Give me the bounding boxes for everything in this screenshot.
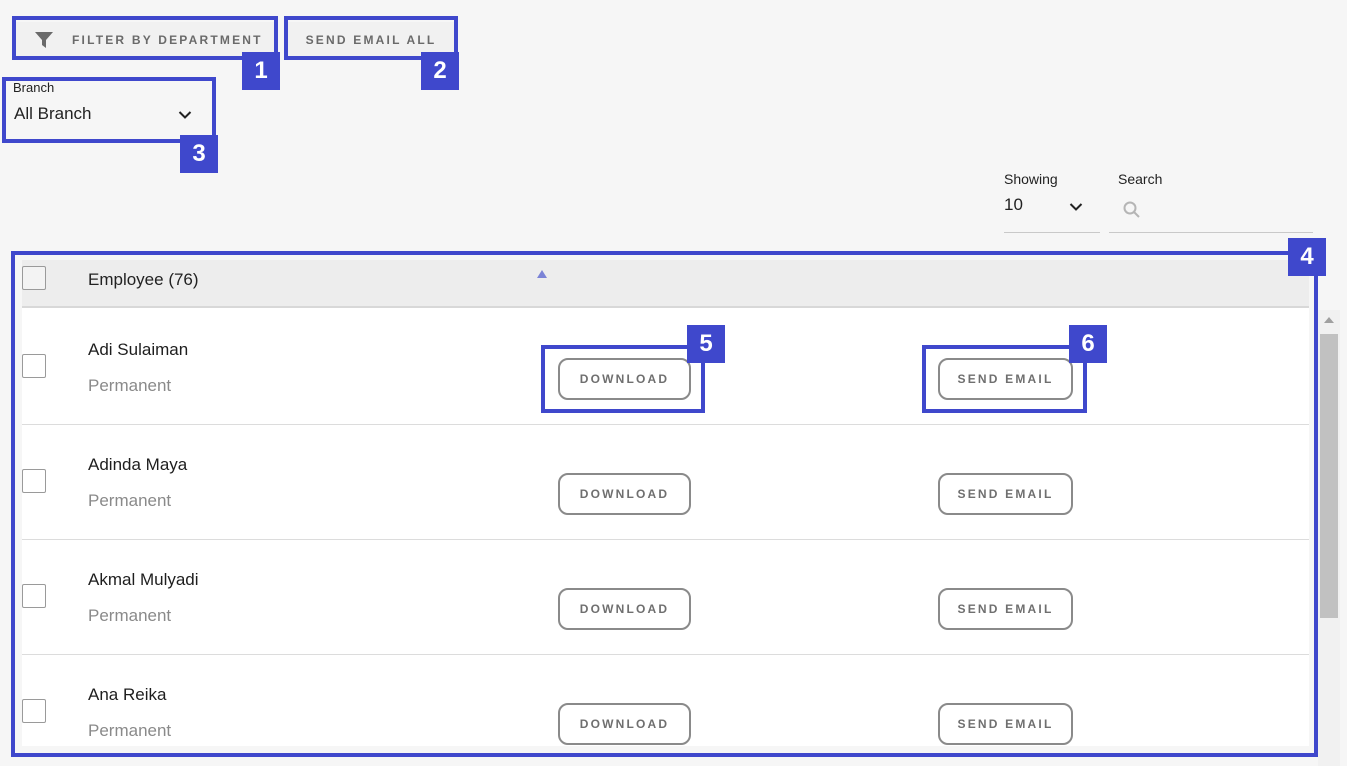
search-icon bbox=[1123, 201, 1140, 218]
annotation-badge-1: 1 bbox=[242, 52, 280, 90]
employee-type: Permanent bbox=[88, 606, 172, 625]
filter-button-label: FILTER BY DEPARTMENT bbox=[72, 33, 263, 47]
employee-type: Permanent bbox=[88, 376, 172, 395]
download-button[interactable]: DOWNLOAD bbox=[558, 703, 691, 745]
annotation-badge-6: 6 bbox=[1069, 325, 1107, 363]
branch-label: Branch bbox=[13, 80, 55, 95]
row-checkbox[interactable] bbox=[22, 584, 46, 608]
send-all-button-label: SEND EMAIL ALL bbox=[305, 33, 437, 47]
select-all-checkbox[interactable] bbox=[22, 266, 46, 290]
showing-label: Showing bbox=[1004, 171, 1058, 187]
send-email-button[interactable]: SEND EMAIL bbox=[938, 703, 1073, 745]
search-underline bbox=[1109, 232, 1313, 233]
chevron-down-icon bbox=[1069, 203, 1083, 211]
annotation-badge-5: 5 bbox=[687, 325, 725, 363]
row-checkbox[interactable] bbox=[22, 354, 46, 378]
scroll-up-arrow-icon[interactable] bbox=[1323, 316, 1335, 324]
download-button[interactable]: DOWNLOAD bbox=[558, 588, 691, 630]
table-scrollbar[interactable] bbox=[1318, 310, 1340, 766]
showing-value: 10 bbox=[1004, 195, 1023, 214]
employee-column-header[interactable]: Employee (76) bbox=[88, 270, 199, 290]
send-email-button[interactable]: SEND EMAIL bbox=[938, 588, 1073, 630]
employee-name: Adinda Maya bbox=[88, 455, 188, 474]
showing-underline bbox=[1004, 232, 1100, 233]
employee-name: Akmal Mulyadi bbox=[88, 570, 199, 589]
send-email-button[interactable]: SEND EMAIL bbox=[938, 358, 1073, 400]
chevron-down-icon bbox=[178, 111, 192, 119]
filter-by-department-button[interactable]: FILTER BY DEPARTMENT bbox=[16, 22, 274, 58]
send-email-button[interactable]: SEND EMAIL bbox=[938, 473, 1073, 515]
employee-type: Permanent bbox=[88, 721, 172, 740]
table-row: Ana Reika Permanent DOWNLOAD SEND EMAIL bbox=[22, 655, 1309, 746]
annotation-badge-2: 2 bbox=[421, 52, 459, 90]
row-checkbox[interactable] bbox=[22, 699, 46, 723]
employee-table: Employee (76) Adi Sulaiman Permanent DOW… bbox=[22, 260, 1309, 746]
download-button[interactable]: DOWNLOAD bbox=[558, 473, 691, 515]
scrollbar-thumb[interactable] bbox=[1320, 334, 1338, 618]
row-checkbox[interactable] bbox=[22, 469, 46, 493]
employee-type: Permanent bbox=[88, 491, 172, 510]
employee-name: Ana Reika bbox=[88, 685, 167, 704]
download-button[interactable]: DOWNLOAD bbox=[558, 358, 691, 400]
branch-value: All Branch bbox=[14, 104, 92, 123]
table-row: Adinda Maya Permanent DOWNLOAD SEND EMAI… bbox=[22, 425, 1309, 540]
sort-ascending-icon[interactable] bbox=[536, 269, 548, 279]
branch-select[interactable]: Branch All Branch bbox=[6, 80, 212, 140]
search-label: Search bbox=[1118, 171, 1163, 187]
annotation-badge-4: 4 bbox=[1288, 238, 1326, 276]
employee-name: Adi Sulaiman bbox=[88, 340, 189, 359]
table-header: Employee (76) bbox=[22, 260, 1309, 308]
table-row: Adi Sulaiman Permanent DOWNLOAD SEND EMA… bbox=[22, 310, 1309, 425]
annotation-badge-3: 3 bbox=[180, 135, 218, 173]
search-input[interactable] bbox=[1148, 196, 1308, 224]
funnel-icon bbox=[35, 32, 53, 48]
table-row: Akmal Mulyadi Permanent DOWNLOAD SEND EM… bbox=[22, 540, 1309, 655]
